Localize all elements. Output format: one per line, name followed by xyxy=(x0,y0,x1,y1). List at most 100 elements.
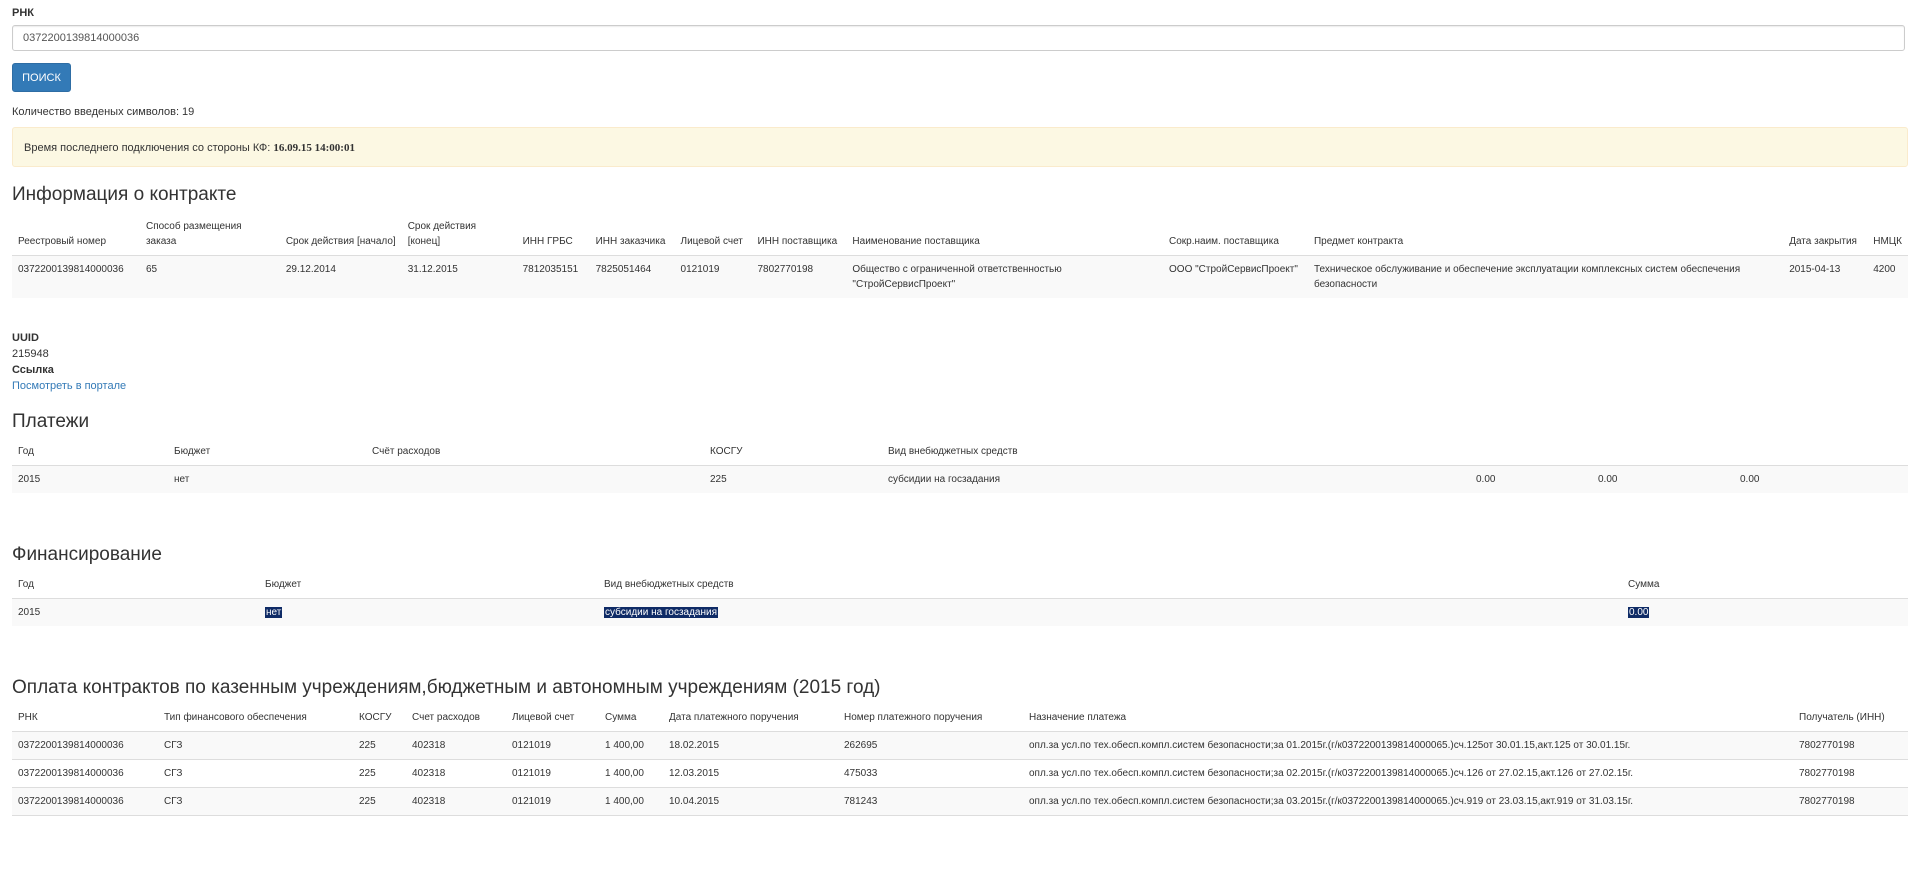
column-header: Год xyxy=(12,441,168,466)
table-cell: 781243 xyxy=(838,787,1023,816)
column-header: Год xyxy=(12,574,259,599)
column-header: Бюджет xyxy=(259,574,598,599)
table-cell: 31.12.2015 xyxy=(401,255,517,298)
financing-header-row: Год Бюджет Вид внебюджетных средств Сумма xyxy=(12,574,1908,599)
payments-table: Год Бюджет Счёт расходов КОСГУ Вид внебюджет… xyxy=(12,441,1908,493)
table-row: 0372200139814000036 СГЗ 225 402318 0121019 1 … xyxy=(12,759,1908,788)
table-cell: 402318 xyxy=(406,759,506,788)
column-header xyxy=(1734,441,1854,466)
table-cell xyxy=(1854,465,1908,493)
table-cell: Общество с ограниченной ответственностью… xyxy=(846,255,1164,298)
table-cell: 225 xyxy=(353,731,406,760)
table-cell xyxy=(366,465,704,493)
table-cell: 0372200139814000036 xyxy=(12,787,158,816)
table-cell: 402318 xyxy=(406,787,506,816)
table-cell-selected: 0.00 xyxy=(1628,607,1650,618)
rnk-label: РНК xyxy=(12,7,34,19)
table-cell: 12.03.2015 xyxy=(663,759,838,788)
table-cell: 10.04.2015 xyxy=(663,787,838,816)
contract-header-row: Реестровый номер Способ размещения заказа… xyxy=(12,216,1908,256)
table-row: 2015 нет 225 субсидии на госзадания 0.00 0.00… xyxy=(12,465,1908,493)
alert-text: Время последнего подключения со стороны … xyxy=(24,142,274,154)
column-header: Номер платежного поручения xyxy=(838,707,1023,732)
table-cell: субсидии на госзадания xyxy=(882,465,1470,493)
contract-payments-header-row: РНК Тип финансового обеспечения КОСГУ Счет … xyxy=(12,707,1908,732)
column-header: Срок действия [начало] xyxy=(279,216,402,256)
table-cell: 0.00 xyxy=(1592,465,1734,493)
uuid-block: UUID 215948 Ссылка Посмотреть в портале xyxy=(12,330,126,394)
table-cell-selected: субсидии на госзадания xyxy=(604,607,719,618)
table-cell: 7825051464 xyxy=(589,255,675,298)
table-cell: 225 xyxy=(704,465,882,493)
column-header: Лицевой счет xyxy=(674,216,752,256)
table-cell: 65 xyxy=(139,255,280,298)
payments-title: Платежи xyxy=(12,411,90,432)
column-header: ИНН поставщика xyxy=(751,216,847,256)
table-cell: 0121019 xyxy=(674,255,752,298)
column-header: Наименование поставщика xyxy=(846,216,1164,256)
column-header: ИНН ГРБС xyxy=(516,216,590,256)
column-header: НМЦК xyxy=(1867,216,1908,256)
table-cell: 7802770198 xyxy=(1793,787,1908,816)
char-count: Количество введеных символов: 19 xyxy=(12,106,195,118)
table-cell: 0372200139814000036 xyxy=(12,255,140,298)
column-header: Реестровый номер xyxy=(12,216,140,256)
table-cell: 2015-04-13 xyxy=(1783,255,1868,298)
table-cell: 29.12.2014 xyxy=(279,255,402,298)
table-cell: 0.00 xyxy=(1470,465,1592,493)
table-cell: опл.за усл.по тех.обесп.компл.систем без… xyxy=(1023,731,1793,760)
contract-table: Реестровый номер Способ размещения заказа… xyxy=(12,216,1908,298)
table-cell: 1 400,00 xyxy=(599,731,663,760)
table-cell: 262695 xyxy=(838,731,1023,760)
financing-table: Год Бюджет Вид внебюджетных средств Сумма 2… xyxy=(12,574,1908,626)
portal-link[interactable]: Посмотреть в портале xyxy=(12,380,126,392)
column-header xyxy=(1470,441,1592,466)
table-cell: опл.за усл.по тех.обесп.компл.систем без… xyxy=(1023,787,1793,816)
table-row: 2015 нет субсидии на госзадания 0.00 xyxy=(12,598,1908,626)
column-header xyxy=(1854,441,1908,466)
column-header: Получатель (ИНН) xyxy=(1793,707,1908,732)
table-cell: 0121019 xyxy=(506,787,599,816)
table-cell: нет xyxy=(259,598,598,626)
rnk-input[interactable] xyxy=(12,25,1905,51)
table-cell: 402318 xyxy=(406,731,506,760)
column-header: РНК xyxy=(12,707,158,732)
table-cell: 0372200139814000036 xyxy=(12,759,158,788)
table-cell: 225 xyxy=(353,759,406,788)
table-cell: 7802770198 xyxy=(751,255,847,298)
column-header: Дата платежного поручения xyxy=(663,707,838,732)
table-cell: 4200 xyxy=(1867,255,1908,298)
table-cell: субсидии на госзадания xyxy=(598,598,1622,626)
table-cell: 2015 xyxy=(12,465,168,493)
payments-header-row: Год Бюджет Счёт расходов КОСГУ Вид внебюджет… xyxy=(12,441,1908,466)
column-header: Вид внебюджетных средств xyxy=(598,574,1622,599)
contract-payments-title: Оплата контрактов по казенным учреждения… xyxy=(12,677,881,698)
column-header: Сокр.наим. поставщика xyxy=(1163,216,1308,256)
last-connection-alert: Время последнего подключения со стороны … xyxy=(12,127,1908,167)
table-cell: 7802770198 xyxy=(1793,759,1908,788)
column-header: Сумма xyxy=(599,707,663,732)
column-header: Способ размещения заказа xyxy=(139,216,280,256)
column-header: Вид внебюджетных средств xyxy=(882,441,1470,466)
column-header: Срок действия [конец] xyxy=(401,216,517,256)
table-row: 0372200139814000036 СГЗ 225 402318 0121019 1 … xyxy=(12,787,1908,816)
table-cell: 0121019 xyxy=(506,759,599,788)
table-row: 0372200139814000036 65 29.12.2014 31.12.201… xyxy=(12,255,1908,298)
column-header: Сумма xyxy=(1622,574,1908,599)
alert-timestamp: 16.09.15 14:00:01 xyxy=(273,142,355,154)
search-button[interactable]: ПОИСК xyxy=(12,63,71,92)
table-cell: 0.00 xyxy=(1622,598,1908,626)
column-header: КОСГУ xyxy=(704,441,882,466)
table-cell: 18.02.2015 xyxy=(663,731,838,760)
table-cell: 0372200139814000036 xyxy=(12,731,158,760)
table-cell: 2015 xyxy=(12,598,259,626)
contract-title: Информация о контракте xyxy=(12,184,237,205)
column-header: Тип финансового обеспечения xyxy=(158,707,353,732)
table-cell: 0.00 xyxy=(1734,465,1854,493)
table-cell: 7802770198 xyxy=(1793,731,1908,760)
uuid-value: 215948 xyxy=(12,348,49,360)
column-header xyxy=(1592,441,1734,466)
column-header: Счет расходов xyxy=(406,707,506,732)
column-header: Назначение платежа xyxy=(1023,707,1793,732)
table-cell: СГЗ xyxy=(158,787,353,816)
